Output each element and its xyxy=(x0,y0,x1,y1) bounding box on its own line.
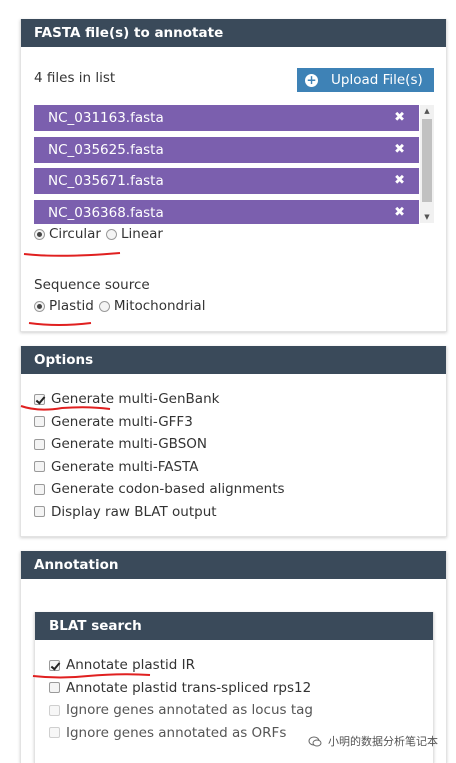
checkbox-disabled xyxy=(49,727,60,739)
file-name: NC_031163.fasta xyxy=(48,110,164,126)
option-multi-gbson[interactable]: Generate multi-GBSON xyxy=(34,433,285,456)
upload-files-label: Upload File(s) xyxy=(331,72,423,88)
blat-options-list: Annotate plastid IR Annotate plastid tra… xyxy=(49,654,313,744)
options-list: Generate multi-GenBank Generate multi-GF… xyxy=(34,388,285,523)
linear-radio[interactable] xyxy=(105,228,117,240)
checkbox[interactable] xyxy=(34,461,45,473)
scroll-up-icon[interactable]: ▲ xyxy=(420,105,434,117)
linear-label[interactable]: Linear xyxy=(121,226,163,242)
option-raw-blat-output[interactable]: Display raw BLAT output xyxy=(34,501,285,524)
option-label: Generate multi-GenBank xyxy=(51,391,220,408)
option-label: Ignore genes annotated as ORFs xyxy=(66,724,287,741)
file-list-scrollbar[interactable]: ▲ ▼ xyxy=(420,105,434,223)
checkbox[interactable] xyxy=(34,416,45,428)
checkbox[interactable] xyxy=(49,682,60,694)
blat-search-title: BLAT search xyxy=(35,612,433,640)
checkbox-disabled xyxy=(49,704,60,716)
mitochondrial-radio[interactable] xyxy=(98,300,110,312)
wechat-icon xyxy=(308,736,322,746)
option-ignore-locus-tag: Ignore genes annotated as locus tag xyxy=(49,699,313,722)
option-label: Generate multi-FASTA xyxy=(51,458,199,475)
file-item[interactable]: NC_036368.fasta ✖ xyxy=(34,199,419,224)
files-count: 4 files in list xyxy=(34,70,116,86)
option-annotate-rps12[interactable]: Annotate plastid trans-spliced rps12 xyxy=(49,677,313,700)
fasta-panel: FASTA file(s) to annotate 4 files in lis… xyxy=(20,19,447,332)
option-label: Annotate plastid trans-spliced rps12 xyxy=(66,679,312,696)
scroll-thumb[interactable] xyxy=(422,119,432,202)
topology-radio-group: Circular Linear xyxy=(34,226,163,242)
file-name: NC_035671.fasta xyxy=(48,173,164,189)
file-list: NC_031163.fasta ✖ NC_035625.fasta ✖ NC_0… xyxy=(34,105,419,229)
option-multi-genbank[interactable]: Generate multi-GenBank xyxy=(34,388,285,411)
fasta-panel-title: FASTA file(s) to annotate xyxy=(21,19,446,47)
option-multi-fasta[interactable]: Generate multi-FASTA xyxy=(34,456,285,479)
remove-file-icon[interactable]: ✖ xyxy=(394,105,405,131)
remove-file-icon[interactable]: ✖ xyxy=(394,168,405,194)
sequence-source-radio-group: Plastid Mitochondrial xyxy=(34,298,205,314)
options-panel-title: Options xyxy=(21,346,446,374)
option-label: Generate codon-based alignments xyxy=(51,481,285,498)
option-label: Display raw BLAT output xyxy=(51,503,217,520)
file-name: NC_036368.fasta xyxy=(48,204,164,221)
plastid-radio[interactable] xyxy=(34,300,45,312)
file-name: NC_035625.fasta xyxy=(48,141,164,158)
checkbox[interactable] xyxy=(49,659,60,671)
upload-files-button[interactable]: + Upload File(s) xyxy=(297,68,434,92)
option-multi-gff3[interactable]: Generate multi-GFF3 xyxy=(34,411,285,434)
circular-label[interactable]: Circular xyxy=(49,226,101,242)
option-label: Ignore genes annotated as locus tag xyxy=(66,702,313,719)
scroll-down-icon[interactable]: ▼ xyxy=(420,211,434,223)
remove-file-icon[interactable]: ✖ xyxy=(394,137,405,163)
annotation-panel: Annotation BLAT search Annotate plastid … xyxy=(20,551,447,763)
plastid-label[interactable]: Plastid xyxy=(49,298,94,314)
watermark-text: 小明的数据分析笔记本 xyxy=(328,735,438,748)
file-item[interactable]: NC_035625.fasta ✖ xyxy=(34,136,419,163)
mitochondrial-label[interactable]: Mitochondrial xyxy=(114,298,206,314)
checkbox[interactable] xyxy=(34,393,45,405)
option-label: Generate multi-GFF3 xyxy=(51,413,193,430)
option-ignore-orfs: Ignore genes annotated as ORFs xyxy=(49,722,313,745)
sequence-source-label: Sequence source xyxy=(34,277,150,293)
option-annotate-plastid-ir[interactable]: Annotate plastid IR xyxy=(49,654,313,677)
option-label: Annotate plastid IR xyxy=(66,657,195,674)
annotation-panel-title: Annotation xyxy=(21,551,446,579)
option-label: Generate multi-GBSON xyxy=(51,436,207,453)
options-panel: Options Generate multi-GenBank Generate … xyxy=(20,346,447,537)
plus-circle-icon: + xyxy=(305,72,318,87)
circular-radio[interactable] xyxy=(34,228,45,240)
file-item[interactable]: NC_035671.fasta ✖ xyxy=(34,168,419,194)
remove-file-icon[interactable]: ✖ xyxy=(394,200,405,224)
checkbox[interactable] xyxy=(34,438,45,450)
checkbox[interactable] xyxy=(34,483,45,495)
file-item[interactable]: NC_031163.fasta ✖ xyxy=(34,105,419,131)
checkbox[interactable] xyxy=(34,506,45,518)
option-codon-alignments[interactable]: Generate codon-based alignments xyxy=(34,478,285,501)
watermark: 小明的数据分析笔记本 xyxy=(308,733,438,749)
